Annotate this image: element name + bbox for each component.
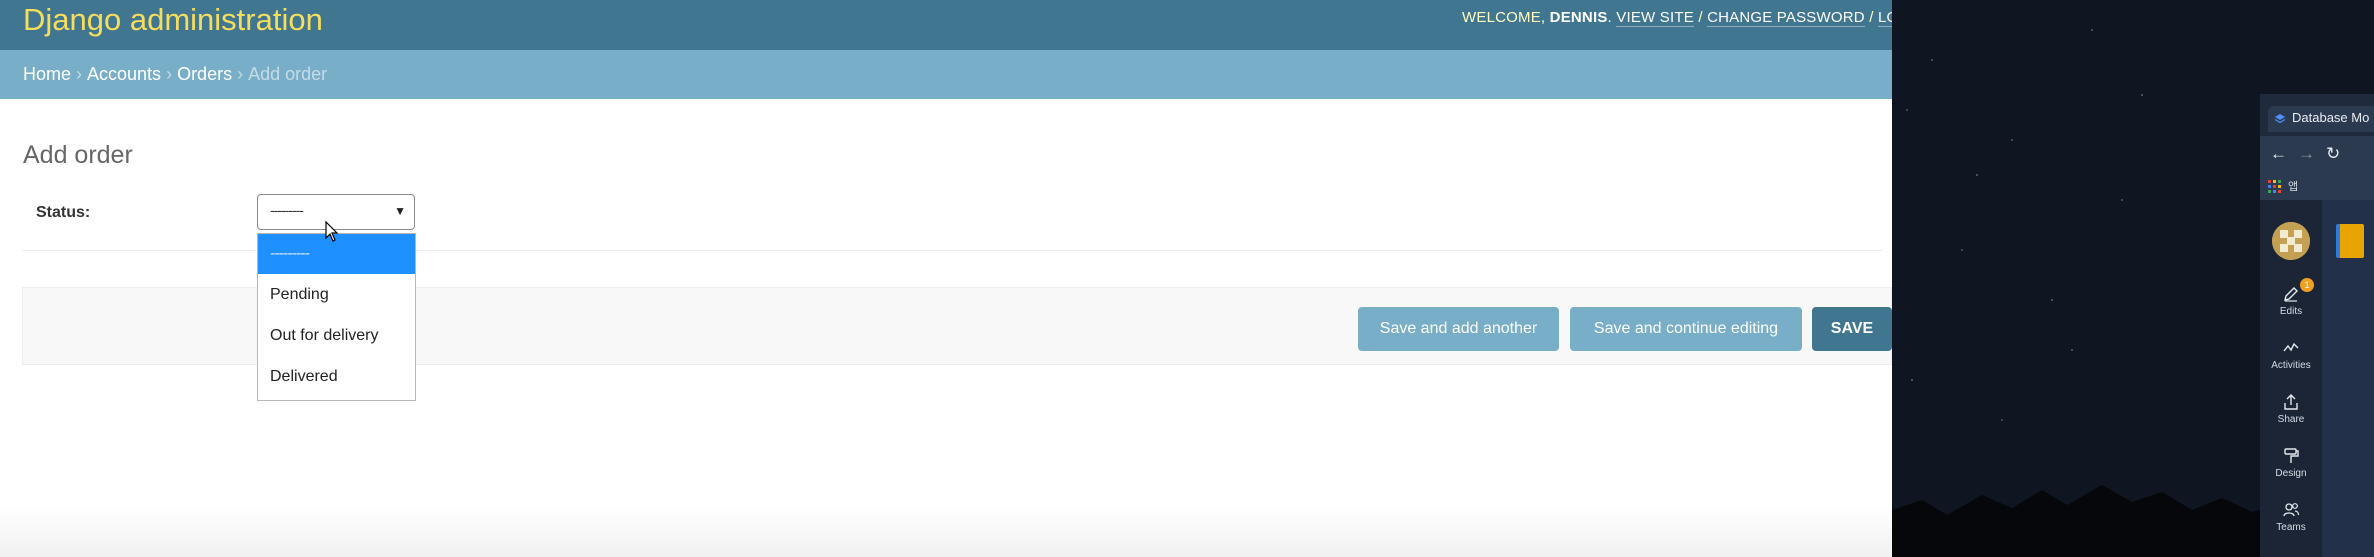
save-and-continue-button[interactable]: Save and continue editing bbox=[1570, 307, 1802, 351]
apps-bookmark-label[interactable]: 앱 bbox=[2288, 178, 2298, 194]
user-tools-separator: / bbox=[1698, 9, 1703, 26]
app-sidebar: 1 Edits Activities Share Design Teams bbox=[2260, 200, 2322, 557]
activity-chart-icon bbox=[2283, 342, 2299, 352]
sidebar-item-edits[interactable]: 1 Edits bbox=[2260, 278, 2322, 317]
status-option-pending[interactable]: Pending bbox=[258, 275, 415, 315]
sidebar-item-design[interactable]: Design bbox=[2260, 446, 2322, 479]
apps-grid-icon[interactable] bbox=[2268, 180, 2282, 194]
change-password-link[interactable]: CHANGE PASSWORD bbox=[1707, 9, 1865, 27]
sidebar-label-activities: Activities bbox=[2271, 360, 2311, 371]
bookmarks-bar: 앱 bbox=[2260, 172, 2374, 200]
users-icon bbox=[2283, 503, 2300, 517]
user-tools-separator: / bbox=[1869, 9, 1874, 26]
status-option-out-for-delivery[interactable]: Out for delivery bbox=[258, 316, 415, 356]
breadcrumb-current: Add order bbox=[248, 64, 328, 84]
sidebar-item-teams[interactable]: Teams bbox=[2260, 500, 2322, 533]
breadcrumb-separator: › bbox=[237, 64, 244, 84]
save-and-add-another-button[interactable]: Save and add another bbox=[1358, 307, 1559, 351]
page-title: Add order bbox=[23, 140, 133, 169]
status-option-delivered[interactable]: Delivered bbox=[258, 357, 415, 397]
breadcrumb-orders[interactable]: Orders bbox=[177, 64, 232, 84]
paint-roller-icon bbox=[2284, 448, 2299, 463]
sidebar-label-teams: Teams bbox=[2276, 522, 2306, 533]
layers-icon bbox=[2274, 114, 2286, 124]
desktop-background: Database Mo ← → ↻ 앱 1 Edits Activities S… bbox=[1892, 0, 2374, 557]
avatar[interactable] bbox=[2272, 222, 2310, 260]
breadcrumb-accounts[interactable]: Accounts bbox=[87, 64, 161, 84]
browser-window: Database Mo ← → ↻ 앱 1 Edits Activities S… bbox=[2260, 94, 2374, 557]
status-select-value: --------- bbox=[270, 202, 304, 218]
log-out-link[interactable]: LOG O bbox=[1877, 9, 1892, 27]
sidebar-item-share[interactable]: Share bbox=[2260, 392, 2322, 425]
status-label: Status: bbox=[36, 204, 91, 221]
welcome-text: WELCOME, bbox=[1462, 9, 1546, 26]
avatar-pattern-icon bbox=[2272, 222, 2310, 260]
share-icon bbox=[2284, 394, 2298, 410]
back-arrow-icon[interactable]: ← bbox=[2270, 144, 2287, 164]
breadcrumb: Home › Accounts › Orders › Add order bbox=[0, 50, 1892, 99]
view-site-link[interactable]: VIEW SITE bbox=[1616, 9, 1694, 27]
sidebar-label-share: Share bbox=[2277, 414, 2305, 425]
sidebar-label-edits: Edits bbox=[2279, 306, 2303, 317]
browser-nav-bar: ← → ↻ bbox=[2260, 136, 2374, 172]
site-title[interactable]: Django administration bbox=[23, 2, 323, 38]
tab-title: Database Mo bbox=[2292, 110, 2370, 125]
django-admin-window: Django administration WELCOME, DENNIS. V… bbox=[0, 0, 1892, 557]
breadcrumb-separator: › bbox=[76, 64, 83, 84]
breadcrumb-separator: › bbox=[166, 64, 173, 84]
breadcrumb-home[interactable]: Home bbox=[23, 64, 71, 84]
chevron-down-icon: ▼ bbox=[394, 204, 406, 218]
sidebar-item-activities[interactable]: Activities bbox=[2260, 338, 2322, 371]
user-tools: WELCOME, DENNIS. VIEW SITE / CHANGE PASS… bbox=[1462, 9, 1892, 27]
mouse-cursor-icon bbox=[325, 221, 339, 242]
username: DENNIS bbox=[1549, 9, 1608, 26]
browser-content-area bbox=[2322, 200, 2374, 557]
save-button[interactable]: SAVE bbox=[1812, 307, 1892, 351]
pencil-icon bbox=[2284, 287, 2298, 302]
sidebar-label-design: Design bbox=[2275, 468, 2307, 479]
admin-header: Django administration WELCOME, DENNIS. V… bbox=[0, 0, 1892, 50]
browser-tab[interactable]: Database Mo bbox=[2268, 106, 2374, 132]
edits-badge: 1 bbox=[2300, 278, 2314, 292]
forward-arrow-icon[interactable]: → bbox=[2298, 144, 2315, 164]
reload-icon[interactable]: ↻ bbox=[2326, 144, 2340, 164]
status-dropdown-list: --------- Pending Out for delivery Deliv… bbox=[257, 233, 416, 401]
folder-icon[interactable] bbox=[2336, 224, 2364, 258]
page-bottom-shade bbox=[0, 507, 1892, 557]
